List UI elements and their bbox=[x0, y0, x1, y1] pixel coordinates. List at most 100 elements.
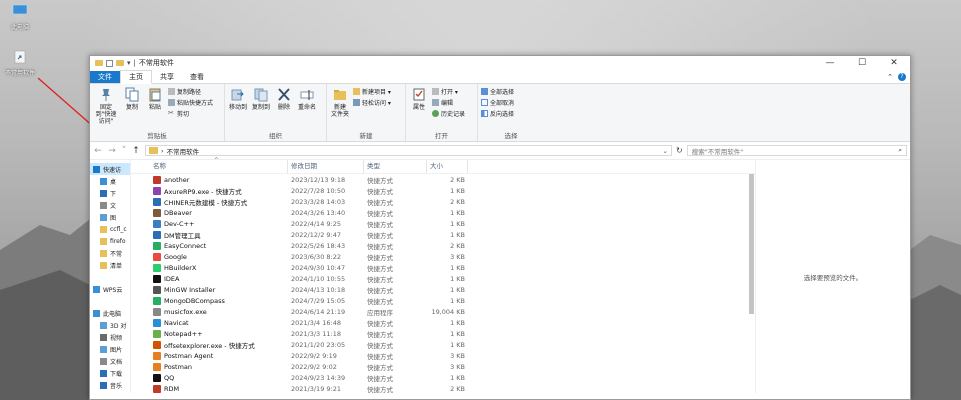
copy-to-button[interactable]: 复制到 bbox=[251, 87, 271, 131]
file-name: HBuilderX bbox=[164, 263, 197, 272]
file-row[interactable]: RDM 2021/3/19 9:21 快捷方式 2 KB bbox=[131, 383, 755, 394]
navigation-pane[interactable]: 快速访桌下文图 ccfl_c firefo 不常 清单 WPS云此电脑 3D 对视频 图片 文档… bbox=[90, 160, 131, 393]
select-all-label: 全部选择 bbox=[490, 89, 515, 96]
tab-file[interactable]: 文件 bbox=[90, 71, 120, 83]
nav-item[interactable]: 图 bbox=[90, 211, 130, 223]
easy-access-button[interactable]: 轻松访问 ▾ bbox=[353, 98, 391, 107]
file-row[interactable]: Postman Agent 2022/9/2 9:19 快捷方式 3 KB bbox=[131, 350, 755, 361]
file-name: Postman bbox=[164, 362, 193, 371]
move-to-button[interactable]: 移动到 bbox=[228, 87, 248, 131]
file-row[interactable]: QQ 2024/9/23 14:39 快捷方式 1 KB bbox=[131, 372, 755, 383]
scrollbar-thumb[interactable] bbox=[749, 174, 754, 314]
file-size: 1 KB bbox=[450, 274, 465, 283]
file-row[interactable]: AxureRP9.exe - 快捷方式 2022/7/28 10:50 快捷方式 1 … bbox=[131, 185, 755, 196]
file-row[interactable]: DBeaver 2024/3/26 13:40 快捷方式 1 KB bbox=[131, 207, 755, 218]
desktop-icon-shortcut[interactable]: 不常用软件 bbox=[0, 50, 40, 77]
file-row[interactable]: CHINER元数建模 - 快捷方式 2023/3/28 14:03 快捷方式 2 KB bbox=[131, 196, 755, 207]
close-button[interactable]: ✕ bbox=[878, 56, 910, 70]
column-header-name[interactable]: 名称 ^ bbox=[150, 157, 288, 173]
rename-button[interactable]: 重命名 bbox=[297, 87, 317, 131]
file-row[interactable]: IDEA 2024/1/10 10:55 快捷方式 1 KB bbox=[131, 273, 755, 284]
file-row[interactable]: Notepad++ 2021/3/3 11:18 快捷方式 1 KB bbox=[131, 328, 755, 339]
minimize-button[interactable]: — bbox=[814, 56, 846, 70]
address-bar[interactable]: › 不常用软件 ⌄ bbox=[145, 145, 672, 156]
file-row[interactable]: offsetexplorer.exe - 快捷方式 2021/1/20 23:05… bbox=[131, 339, 755, 350]
nav-item[interactable]: firefo bbox=[90, 235, 130, 247]
invert-selection-button[interactable]: 反向选择 bbox=[481, 109, 514, 118]
new-item-button[interactable]: 新建项目 ▾ bbox=[353, 87, 391, 96]
nav-item[interactable]: 3D 对 bbox=[90, 319, 130, 331]
pin-quick-access-button[interactable]: 固定到"快速访问" bbox=[93, 87, 119, 131]
column-header-modified[interactable]: 修改日期 bbox=[288, 160, 364, 173]
column-header-size[interactable]: 大小 bbox=[427, 160, 468, 173]
nav-item[interactable]: 视频 bbox=[90, 331, 130, 343]
new-item-label: 新建项目 ▾ bbox=[362, 89, 391, 96]
nav-item[interactable]: 桌面 bbox=[90, 391, 130, 393]
nav-item[interactable]: WPS云 bbox=[90, 283, 130, 295]
new-folder-button[interactable]: 新建 文件夹 bbox=[330, 87, 350, 131]
copy-path-button[interactable]: 复制路径 bbox=[168, 87, 213, 96]
desktop-icon-this-pc[interactable]: 此电脑 bbox=[0, 4, 40, 31]
cut-button[interactable]: ✂ 剪切 bbox=[168, 109, 213, 119]
quick-access-dropdown[interactable]: ▾ bbox=[127, 59, 131, 67]
back-button[interactable]: ← bbox=[93, 146, 103, 156]
column-header-type[interactable]: 类型 bbox=[364, 160, 427, 173]
copy-button[interactable]: 复制 bbox=[122, 87, 142, 131]
file-row[interactable]: Dev-C++ 2022/4/14 9:25 快捷方式 1 KB bbox=[131, 218, 755, 229]
nav-item[interactable]: 桌 bbox=[90, 175, 130, 187]
file-list[interactable]: 名称 ^ 修改日期 类型 大小 another 2023/12/13 9:18 快捷方… bbox=[131, 157, 756, 394]
nav-item[interactable]: 此电脑 bbox=[90, 307, 130, 319]
file-name: Dev-C++ bbox=[164, 219, 195, 228]
nav-item[interactable]: 图片 bbox=[90, 343, 130, 355]
file-row[interactable]: Postman 2022/9/2 9:02 快捷方式 3 KB bbox=[131, 361, 755, 372]
tab-view[interactable]: 查看 bbox=[182, 71, 212, 83]
refresh-button[interactable]: ↻ bbox=[676, 146, 683, 155]
file-row[interactable]: Google 2023/6/30 8:22 快捷方式 3 KB bbox=[131, 251, 755, 262]
file-row[interactable]: MinGW Installer 2024/4/13 10:18 快捷方式 1 KB bbox=[131, 284, 755, 295]
paste-shortcut-button[interactable]: 粘贴快捷方式 bbox=[168, 98, 213, 107]
download-icon bbox=[100, 189, 107, 197]
nav-item-label: WPS云 bbox=[103, 286, 123, 294]
nav-item[interactable]: 快速访 bbox=[90, 163, 130, 175]
breadcrumb-path[interactable]: 不常用软件 bbox=[167, 146, 200, 156]
move-to-icon bbox=[231, 89, 244, 101]
select-all-button[interactable]: 全部选择 bbox=[481, 87, 514, 96]
file-row[interactable]: MongoDBCompass 2024/7/29 15:05 快捷方式 1 KB bbox=[131, 295, 755, 306]
nav-item[interactable]: 音乐 bbox=[90, 379, 130, 391]
nav-item[interactable]: 下 bbox=[90, 187, 130, 199]
explorer-window[interactable]: ▾ | 不常用软件 — ☐ ✕ 文件 主页 共享 查看 ⌃ ? 固定到"快速访问… bbox=[89, 55, 911, 400]
file-row[interactable]: HBuilderX 2024/9/30 10:47 快捷方式 1 KB bbox=[131, 262, 755, 273]
help-icon[interactable]: ? bbox=[898, 73, 906, 81]
maximize-button[interactable]: ☐ bbox=[846, 56, 878, 70]
file-row[interactable]: DM管理工具 2022/12/2 9:47 快捷方式 1 KB bbox=[131, 229, 755, 240]
collapse-ribbon-icon[interactable]: ⌃ bbox=[887, 73, 893, 81]
file-row[interactable]: Navicat 2021/3/4 16:48 快捷方式 1 KB bbox=[131, 317, 755, 328]
forward-button[interactable]: → bbox=[107, 146, 117, 156]
edit-button[interactable]: 编辑 bbox=[432, 98, 465, 107]
nav-item[interactable]: 文档 bbox=[90, 355, 130, 367]
file-row[interactable]: another 2023/12/13 9:18 快捷方式 2 KB bbox=[131, 174, 755, 185]
search-input[interactable]: 搜索"不常用软件" bbox=[692, 146, 743, 156]
history-button[interactable]: 历史记录 bbox=[432, 109, 465, 118]
nav-item[interactable]: ccfl_c bbox=[90, 223, 130, 235]
address-dropdown-icon[interactable]: ⌄ bbox=[663, 147, 668, 155]
search-box[interactable]: 搜索"不常用软件" ⌕ bbox=[686, 145, 907, 156]
properties-qa-icon[interactable] bbox=[106, 59, 113, 67]
paste-button[interactable]: 粘贴 bbox=[145, 87, 165, 131]
nav-item[interactable]: 清单 bbox=[90, 259, 130, 271]
nav-item[interactable]: 不常 bbox=[90, 247, 130, 259]
nav-item[interactable]: 下载 bbox=[90, 367, 130, 379]
delete-button[interactable]: 删除 bbox=[274, 87, 294, 131]
nav-item[interactable]: 文 bbox=[90, 199, 130, 211]
recent-locations-button[interactable]: ˅ bbox=[121, 146, 127, 156]
new-folder-qa-icon[interactable] bbox=[116, 60, 124, 66]
tab-share[interactable]: 共享 bbox=[152, 71, 182, 83]
title-bar[interactable]: ▾ | 不常用软件 — ☐ ✕ bbox=[90, 56, 910, 70]
tab-home[interactable]: 主页 bbox=[120, 70, 152, 84]
select-none-button[interactable]: 全部取消 bbox=[481, 98, 514, 107]
file-row[interactable]: EasyConnect 2022/5/26 18:43 快捷方式 2 KB bbox=[131, 240, 755, 251]
up-button[interactable]: ↑ bbox=[131, 146, 141, 156]
open-button[interactable]: 打开 ▾ bbox=[432, 87, 465, 96]
file-row[interactable]: musicfox.exe 2024/6/14 21:19 应用程序 19,004 KB bbox=[131, 306, 755, 317]
properties-button[interactable]: 属性 bbox=[409, 87, 429, 131]
